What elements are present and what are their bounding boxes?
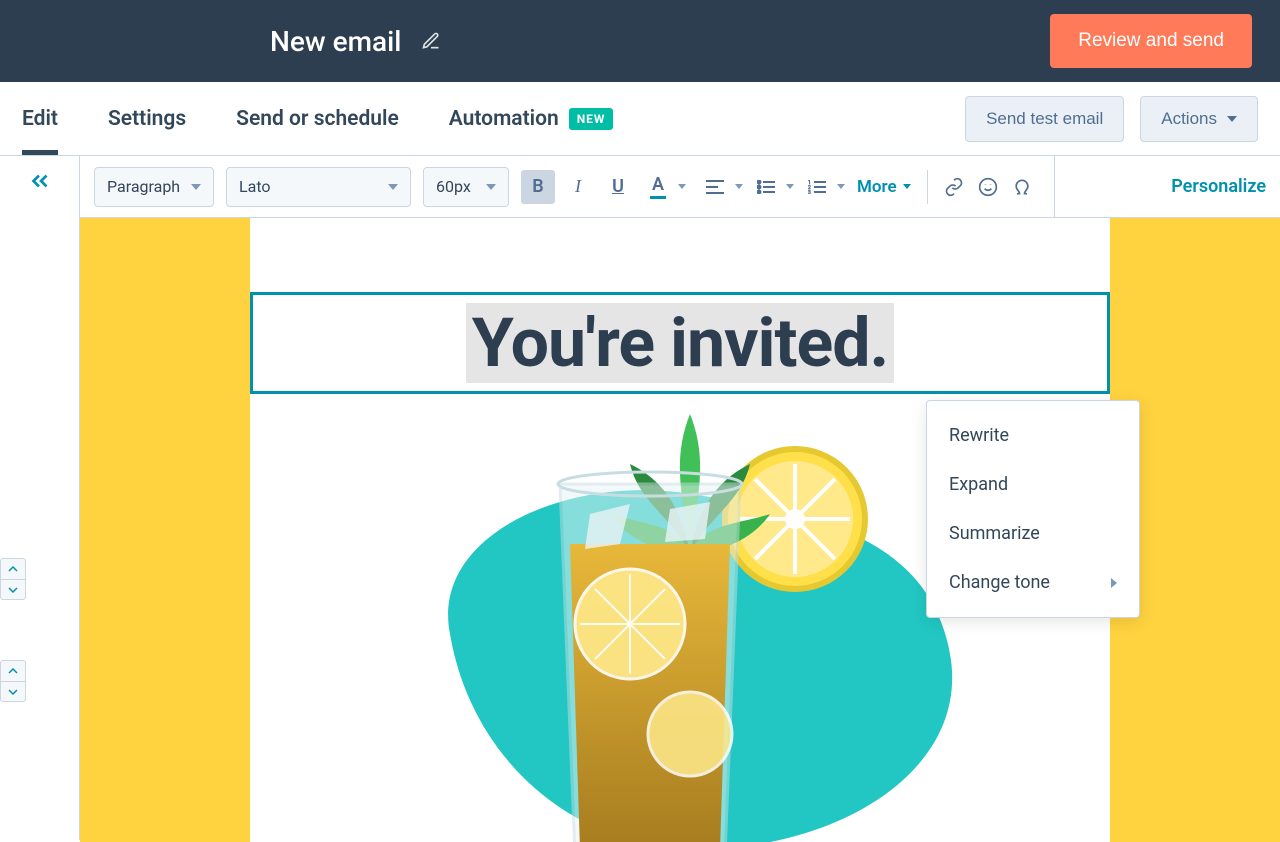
chevron-down-icon <box>1227 116 1237 122</box>
ai-context-menu: Rewrite Expand Summarize Change tone <box>926 400 1140 618</box>
headline-text[interactable]: You're invited. <box>466 303 895 383</box>
chevron-down-icon <box>191 184 201 190</box>
button-label: More <box>857 177 897 197</box>
special-char-icon[interactable] <box>1012 177 1032 197</box>
emoji-icon[interactable] <box>978 177 998 197</box>
personalize-button[interactable]: Personalize <box>1161 176 1266 197</box>
chevron-down-icon <box>903 184 911 189</box>
button-label: Send test email <box>986 109 1103 129</box>
menu-item-label: Change tone <box>949 572 1050 593</box>
paragraph-style-select[interactable]: Paragraph <box>94 167 214 207</box>
select-value: 60px <box>436 177 471 196</box>
actions-dropdown-button[interactable]: Actions <box>1140 96 1258 142</box>
italic-button[interactable]: I <box>561 170 595 204</box>
new-badge: NEW <box>569 108 614 130</box>
collapse-panel-button[interactable] <box>27 168 53 840</box>
tab-label: Automation <box>449 107 559 131</box>
chevron-down-icon <box>678 184 686 189</box>
more-formatting-button[interactable]: More <box>857 177 911 197</box>
edit-title-icon[interactable] <box>421 31 441 51</box>
stepper-up-icon[interactable] <box>1 559 25 579</box>
email-title: New email <box>270 25 401 58</box>
stepper-down-icon[interactable] <box>1 681 25 701</box>
numbered-list-button[interactable]: 123 <box>800 170 845 204</box>
drink-glass-icon <box>520 444 780 842</box>
tab-label: Settings <box>108 107 186 131</box>
chevron-down-icon <box>786 184 794 189</box>
menu-item-label: Rewrite <box>949 425 1009 446</box>
chevron-right-icon <box>1111 578 1117 588</box>
svg-text:3: 3 <box>808 190 811 194</box>
link-icon[interactable] <box>944 177 964 197</box>
font-size-select[interactable]: 60px <box>423 167 509 207</box>
menu-item-label: Summarize <box>949 523 1040 544</box>
stepper-control[interactable] <box>0 558 26 600</box>
font-family-select[interactable]: Lato <box>226 167 411 207</box>
bullet-list-button[interactable] <box>749 170 794 204</box>
tab-label: Send or schedule <box>236 107 399 131</box>
chevron-down-icon <box>837 184 845 189</box>
tab-label: Edit <box>22 107 58 131</box>
menu-item-label: Expand <box>949 474 1008 495</box>
select-value: Paragraph <box>107 177 180 196</box>
chevron-down-icon <box>735 184 743 189</box>
bold-button[interactable]: B <box>521 170 555 204</box>
tab-send-schedule[interactable]: Send or schedule <box>236 82 399 155</box>
align-button[interactable] <box>698 170 743 204</box>
button-label: Actions <box>1161 109 1217 129</box>
send-test-email-button[interactable]: Send test email <box>965 96 1124 142</box>
top-bar: New email Review and send <box>0 0 1280 82</box>
ctx-expand[interactable]: Expand <box>927 460 1139 509</box>
review-and-send-button[interactable]: Review and send <box>1050 14 1252 68</box>
stepper-down-icon[interactable] <box>1 579 25 599</box>
tab-settings[interactable]: Settings <box>108 82 186 155</box>
tabs-row: Edit Settings Send or schedule Automatio… <box>0 82 1280 156</box>
tab-edit[interactable]: Edit <box>22 82 58 155</box>
divider <box>927 170 928 204</box>
text-color-button[interactable]: A <box>641 170 686 204</box>
headline-text-block[interactable]: You're invited. <box>250 292 1110 394</box>
ctx-change-tone[interactable]: Change tone <box>927 558 1139 607</box>
stepper-up-icon[interactable] <box>1 661 25 681</box>
select-value: Lato <box>239 177 271 196</box>
ctx-summarize[interactable]: Summarize <box>927 509 1139 558</box>
divider <box>1054 156 1055 218</box>
stepper-control[interactable] <box>0 660 26 702</box>
ctx-rewrite[interactable]: Rewrite <box>927 411 1139 460</box>
left-rail <box>0 156 80 840</box>
chevron-down-icon <box>486 184 496 190</box>
text-toolbar: Paragraph Lato 60px B I U A <box>80 156 1280 218</box>
underline-button[interactable]: U <box>601 170 635 204</box>
chevron-down-icon <box>388 184 398 190</box>
tab-automation[interactable]: Automation NEW <box>449 82 614 155</box>
